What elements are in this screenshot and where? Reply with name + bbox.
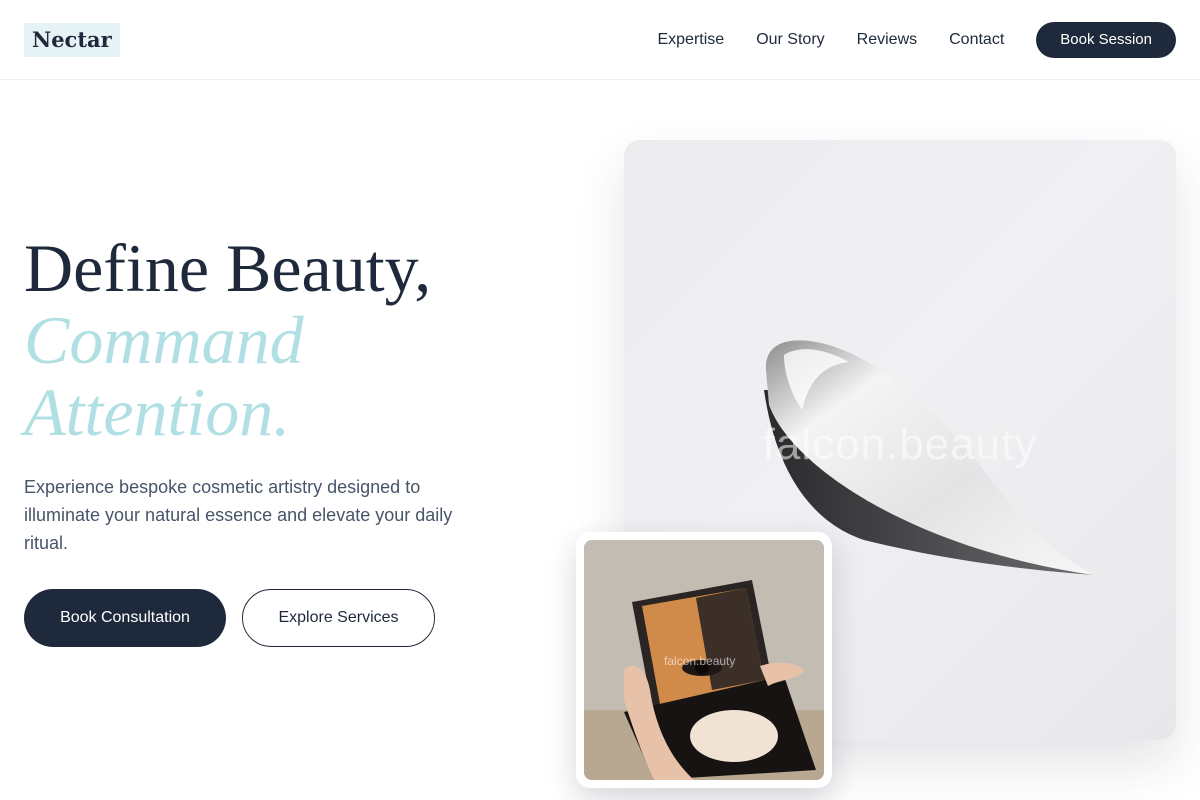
nav-link-our-story[interactable]: Our Story [756, 31, 824, 49]
book-session-button[interactable]: Book Session [1036, 22, 1176, 58]
hero-subtext: Experience bespoke cosmetic artistry des… [24, 477, 453, 553]
hero-headline: Define Beauty, Command Attention. [24, 232, 431, 448]
nav-links: Expertise Our Story Reviews Contact Book… [657, 0, 1176, 80]
main-image-watermark: falcon.beauty [762, 420, 1038, 469]
brand-logo[interactable]: Nectar [24, 23, 120, 57]
nav-link-contact[interactable]: Contact [949, 31, 1004, 49]
explore-services-button[interactable]: Explore Services [242, 589, 435, 647]
inset-image-watermark: falcon.beauty [664, 654, 736, 668]
headline-line-3: Attention. [24, 374, 291, 450]
nav-link-expertise[interactable]: Expertise [657, 31, 724, 49]
compact-mirror-photo: falcon.beauty [584, 540, 824, 780]
top-navigation: Nectar Expertise Our Story Reviews Conta… [0, 0, 1200, 80]
book-consultation-button[interactable]: Book Consultation [24, 589, 226, 647]
headline-line-2: Command [24, 302, 304, 378]
nav-link-reviews[interactable]: Reviews [857, 31, 917, 49]
headline-line-1: Define Beauty, [24, 230, 432, 306]
inset-image-card: falcon.beauty [576, 532, 832, 788]
